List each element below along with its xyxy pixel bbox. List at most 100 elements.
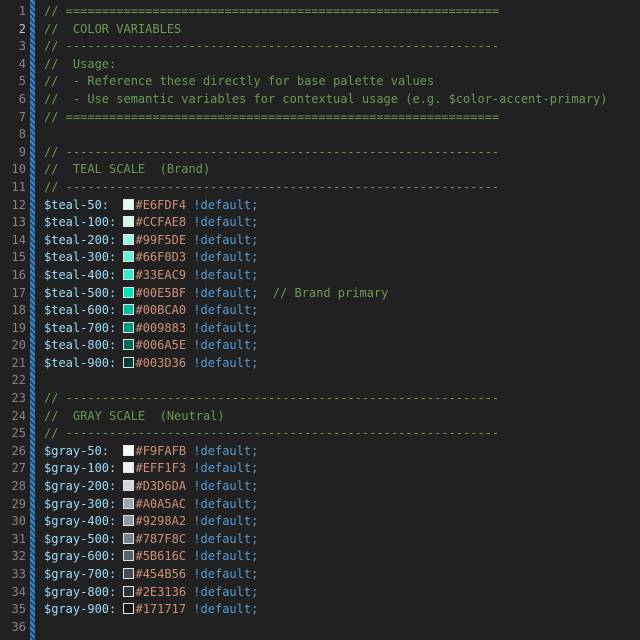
color-swatch[interactable] bbox=[123, 269, 134, 280]
token-keyword: !default bbox=[193, 338, 251, 352]
code-editor[interactable]: 1// ====================================… bbox=[0, 0, 640, 640]
line-number[interactable]: 9 bbox=[0, 144, 26, 162]
line-number[interactable]: 32 bbox=[0, 548, 26, 566]
line-number[interactable]: 7 bbox=[0, 109, 26, 127]
line-number[interactable]: 16 bbox=[0, 267, 26, 285]
code-line[interactable]: 8 bbox=[0, 126, 640, 144]
code-line[interactable]: 12$teal-50: #E6FDF4 !default; bbox=[0, 197, 640, 215]
color-swatch[interactable] bbox=[123, 287, 134, 298]
color-swatch[interactable] bbox=[123, 462, 134, 473]
line-number[interactable]: 34 bbox=[0, 584, 26, 602]
line-number[interactable]: 31 bbox=[0, 531, 26, 549]
line-number[interactable]: 13 bbox=[0, 214, 26, 232]
code-line[interactable]: 33$gray-700: #454B56 !default; bbox=[0, 566, 640, 584]
code-line[interactable]: 21$teal-900: #003D36 !default; bbox=[0, 355, 640, 373]
code-line[interactable]: 26$gray-50: #F9FAFB !default; bbox=[0, 443, 640, 461]
line-number[interactable]: 23 bbox=[0, 390, 26, 408]
color-swatch[interactable] bbox=[123, 445, 134, 456]
color-swatch[interactable] bbox=[123, 603, 134, 614]
line-number[interactable]: 17 bbox=[0, 285, 26, 303]
code-line[interactable]: 13$teal-100: #CCFAE8 !default; bbox=[0, 214, 640, 232]
code-line[interactable]: 34$gray-800: #2E3136 !default; bbox=[0, 584, 640, 602]
color-swatch[interactable] bbox=[123, 480, 134, 491]
color-swatch[interactable] bbox=[123, 216, 134, 227]
code-line[interactable]: 10// TEAL SCALE (Brand) bbox=[0, 161, 640, 179]
line-number[interactable]: 36 bbox=[0, 619, 26, 637]
line-number[interactable]: 19 bbox=[0, 320, 26, 338]
code-line[interactable]: 36 bbox=[0, 619, 640, 637]
line-number[interactable]: 15 bbox=[0, 249, 26, 267]
line-number[interactable]: 33 bbox=[0, 566, 26, 584]
code-line[interactable]: 29$gray-300: #A0A5AC !default; bbox=[0, 496, 640, 514]
line-number[interactable]: 4 bbox=[0, 56, 26, 74]
code-line[interactable]: 7// ====================================… bbox=[0, 109, 640, 127]
line-number[interactable]: 11 bbox=[0, 179, 26, 197]
code-line[interactable]: 18$teal-600: #00BCA0 !default; bbox=[0, 302, 640, 320]
line-number[interactable]: 1 bbox=[0, 3, 26, 21]
line-number[interactable]: 21 bbox=[0, 355, 26, 373]
color-swatch[interactable] bbox=[123, 357, 134, 368]
code-line[interactable]: 5// - Reference these directly for base … bbox=[0, 73, 640, 91]
line-number[interactable]: 25 bbox=[0, 425, 26, 443]
code-line[interactable]: 35$gray-900: #171717 !default; bbox=[0, 601, 640, 619]
line-number[interactable]: 24 bbox=[0, 408, 26, 426]
code-line[interactable]: 24 // GRAY SCALE (Neutral) bbox=[0, 408, 640, 426]
line-number[interactable]: 14 bbox=[0, 232, 26, 250]
line-number[interactable]: 35 bbox=[0, 601, 26, 619]
color-swatch[interactable] bbox=[123, 251, 134, 262]
code-line[interactable]: 27$gray-100: #EFF1F3 !default; bbox=[0, 460, 640, 478]
color-swatch[interactable] bbox=[123, 550, 134, 561]
line-number[interactable]: 12 bbox=[0, 197, 26, 215]
code-line[interactable]: 20$teal-800: #006A5E !default; bbox=[0, 337, 640, 355]
color-swatch[interactable] bbox=[123, 498, 134, 509]
line-number[interactable]: 8 bbox=[0, 126, 26, 144]
code-line[interactable]: 28$gray-200: #D3D6DA !default; bbox=[0, 478, 640, 496]
code-line[interactable]: 16$teal-400: #33EAC9 !default; bbox=[0, 267, 640, 285]
code-line[interactable]: 30$gray-400: #9298A2 !default; bbox=[0, 513, 640, 531]
code-line[interactable]: 11// -----------------------------------… bbox=[0, 179, 640, 197]
line-number[interactable]: 30 bbox=[0, 513, 26, 531]
line-number[interactable]: 20 bbox=[0, 337, 26, 355]
code-line[interactable]: 3// ------------------------------------… bbox=[0, 38, 640, 56]
code-line[interactable]: 25// -----------------------------------… bbox=[0, 425, 640, 443]
color-swatch[interactable] bbox=[123, 515, 134, 526]
line-number[interactable]: 10 bbox=[0, 161, 26, 179]
color-swatch[interactable] bbox=[123, 568, 134, 579]
code-text: $teal-200: #99F5DE !default; bbox=[44, 232, 258, 250]
line-number[interactable]: 5 bbox=[0, 73, 26, 91]
code-line[interactable]: 17$teal-500: #00E5BF !default; // Brand … bbox=[0, 285, 640, 303]
color-swatch[interactable] bbox=[123, 234, 134, 245]
color-swatch[interactable] bbox=[123, 322, 134, 333]
code-text: // -------------------------------------… bbox=[44, 144, 499, 162]
color-swatch[interactable] bbox=[123, 304, 134, 315]
line-number[interactable]: 27 bbox=[0, 460, 26, 478]
code-line[interactable]: 14 $teal-200: #99F5DE !default; bbox=[0, 232, 640, 250]
code-line[interactable]: 23// -----------------------------------… bbox=[0, 390, 640, 408]
token-comment: // GRAY SCALE (Neutral) bbox=[44, 409, 225, 423]
code-line[interactable]: 32$gray-600: #5B616C !default; bbox=[0, 548, 640, 566]
code-line[interactable]: 6// - Use semantic variables for context… bbox=[0, 91, 640, 109]
code-lines-container: 1// ====================================… bbox=[0, 3, 640, 636]
line-number[interactable]: 28 bbox=[0, 478, 26, 496]
color-swatch[interactable] bbox=[123, 586, 134, 597]
line-number[interactable]: 26 bbox=[0, 443, 26, 461]
line-number[interactable]: 6 bbox=[0, 91, 26, 109]
line-number[interactable]: 3 bbox=[0, 38, 26, 56]
code-line[interactable]: 15$teal-300: #66F0D3 !default; bbox=[0, 249, 640, 267]
color-swatch[interactable] bbox=[123, 339, 134, 350]
code-line[interactable]: 2 // COLOR VARIABLES bbox=[0, 21, 640, 39]
color-swatch[interactable] bbox=[123, 533, 134, 544]
line-number[interactable]: 29 bbox=[0, 496, 26, 514]
code-line[interactable]: 9 // ------------------------------------… bbox=[0, 144, 640, 162]
code-line[interactable]: 19$teal-700: #009883 !default; bbox=[0, 320, 640, 338]
token-plain bbox=[116, 286, 123, 300]
code-line[interactable]: 4// Usage: bbox=[0, 56, 640, 74]
code-line[interactable]: 31$gray-500: #787F8C !default; bbox=[0, 531, 640, 549]
line-number[interactable]: 22 bbox=[0, 372, 26, 390]
code-line[interactable]: 1// ====================================… bbox=[0, 3, 640, 21]
line-number[interactable]: 18 bbox=[0, 302, 26, 320]
line-number[interactable]: 2 bbox=[0, 21, 26, 39]
token-comment: // COLOR VARIABLES bbox=[44, 22, 181, 36]
code-line[interactable]: 22 bbox=[0, 372, 640, 390]
color-swatch[interactable] bbox=[123, 199, 134, 210]
